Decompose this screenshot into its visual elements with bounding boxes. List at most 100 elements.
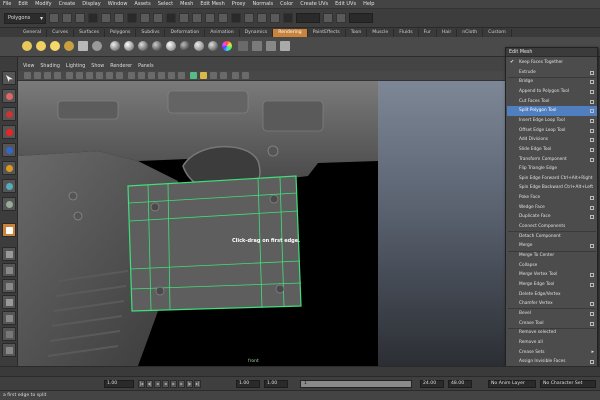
paint-select-tool-icon[interactable] (2, 107, 16, 121)
menu-item[interactable]: Edit (18, 1, 28, 7)
edit-mesh-menu-item[interactable]: Merge Vertex Tool (507, 270, 597, 279)
edge-mask-icon[interactable] (140, 13, 150, 23)
smooth-shade-icon[interactable] (138, 72, 145, 79)
menu-set-dropdown[interactable]: Polygons (4, 12, 46, 24)
edit-mesh-menu-item[interactable]: Detach Component (507, 232, 597, 241)
save-scene-icon[interactable] (75, 13, 85, 23)
menu-item[interactable]: Create UVs (300, 1, 328, 7)
shader-blinn-icon[interactable] (124, 41, 134, 51)
edit-mesh-menu-item[interactable]: Offset Edge Loop Tool (507, 126, 597, 135)
shelf-tab[interactable]: PaintEffects (308, 29, 346, 37)
menu-item[interactable]: Create (59, 1, 76, 7)
option-box-icon[interactable] (590, 99, 594, 104)
vertex-mask-icon[interactable] (127, 13, 137, 23)
shader-lambert-icon[interactable] (110, 41, 120, 51)
panel-menu-item[interactable]: View (23, 64, 34, 69)
split-polygon-tool-icon[interactable] (2, 223, 16, 237)
area-light-icon[interactable] (78, 41, 88, 51)
menu-item[interactable]: Assets (134, 1, 150, 7)
shader-surface-icon[interactable] (194, 41, 204, 51)
gate-mask-icon[interactable] (96, 72, 103, 79)
rotate-tool-icon[interactable] (2, 143, 16, 157)
layout-single-icon[interactable] (2, 247, 16, 261)
edit-mesh-menu-item[interactable]: Spin Edge Backward Ctrl+Alt+Left (507, 183, 597, 192)
shelf-tab[interactable]: Animation (205, 29, 240, 37)
edit-mesh-menu-item[interactable]: Delete Edge/Vertex (507, 290, 597, 299)
shelf-tab[interactable]: Custom (483, 29, 512, 37)
snap-curve-icon[interactable] (192, 13, 202, 23)
select-object-icon[interactable] (101, 13, 111, 23)
layout-outliner-icon[interactable] (2, 311, 16, 325)
film-gate-icon[interactable] (76, 72, 83, 79)
option-box-icon[interactable] (590, 118, 594, 123)
edit-mesh-menu-item[interactable]: Cut Faces Tool (507, 97, 597, 106)
edit-mesh-menu-item[interactable]: Spin Edge Forward Ctrl+Alt+Right (507, 174, 597, 183)
edit-mesh-menu-item[interactable]: Split Polygon Tool (507, 106, 597, 116)
go-to-end-button[interactable]: ▸| (194, 380, 201, 388)
edit-mesh-menu-item[interactable]: Merge Edge Tool (507, 280, 597, 289)
hypershade-icon[interactable] (252, 41, 262, 51)
option-box-icon[interactable] (590, 157, 594, 162)
resolution-gate-icon[interactable] (86, 72, 93, 79)
shader-phonge-icon[interactable] (152, 41, 162, 51)
option-box-icon[interactable] (590, 89, 594, 94)
option-box-icon[interactable] (590, 282, 594, 287)
playback-start-field[interactable]: 1.00 (236, 380, 260, 388)
edit-mesh-menu-item[interactable]: Transform Component (507, 155, 597, 164)
batch-render-icon[interactable] (280, 41, 290, 51)
shelf-tab[interactable]: Deformation (165, 29, 206, 37)
edit-mesh-menu-item[interactable]: Append to Polygon Tool (507, 87, 597, 96)
layout-render-icon[interactable] (2, 343, 16, 357)
isolate-select-icon[interactable] (232, 72, 239, 79)
edit-mesh-menu-item[interactable]: Poke Face (507, 193, 597, 202)
step-back-key-button[interactable]: ◂| (146, 380, 153, 388)
edit-mesh-menu-item[interactable]: Duplicate Face (507, 212, 597, 221)
go-to-start-button[interactable]: |◂ (138, 380, 145, 388)
shader-layered-icon[interactable] (208, 41, 218, 51)
panel-menu-item[interactable]: Show (91, 64, 104, 69)
xray-active-icon[interactable] (242, 72, 249, 79)
shelf-tab[interactable]: Surfaces (74, 29, 105, 37)
quick-select-field[interactable] (349, 13, 373, 23)
camera-icon[interactable] (92, 41, 102, 51)
point-light-icon[interactable] (50, 41, 60, 51)
option-box-icon[interactable] (590, 109, 594, 114)
edit-mesh-menu-item[interactable]: Insert Edge Loop Tool (507, 116, 597, 125)
field-chart-icon[interactable] (106, 72, 113, 79)
history-icon[interactable] (231, 13, 241, 23)
shelf-tab[interactable]: Polygons (105, 29, 137, 37)
option-box-icon[interactable] (590, 205, 594, 210)
shelf-tab[interactable]: General (18, 29, 48, 37)
shelf-tab[interactable]: Hair (437, 29, 458, 37)
play-forwards-button[interactable]: ▸ (170, 380, 177, 388)
xray-icon[interactable] (168, 72, 175, 79)
shelf-tab[interactable]: Dynamics (240, 29, 274, 37)
shelf-tab[interactable]: Muscle (367, 29, 395, 37)
playback-end-field[interactable]: 24.00 (420, 380, 444, 388)
render-view-icon[interactable] (238, 41, 248, 51)
textured-icon[interactable] (190, 72, 197, 79)
menu-item[interactable]: Color (280, 1, 293, 7)
step-back-frame-button[interactable]: ◂ (154, 380, 161, 388)
menu-item[interactable]: Normals (252, 1, 273, 7)
shelf-tab[interactable]: Toon (346, 29, 368, 37)
option-box-icon[interactable] (590, 147, 594, 152)
animation-start-field[interactable]: 1.00 (264, 380, 288, 388)
shelf-tab[interactable]: Rendering (273, 29, 308, 37)
input-mode-icon[interactable] (283, 13, 293, 23)
option-box-icon[interactable] (590, 215, 594, 220)
grid-icon[interactable] (66, 72, 73, 79)
option-box-icon[interactable] (590, 196, 594, 201)
bookmarks-icon[interactable] (44, 72, 51, 79)
shader-phong-icon[interactable] (138, 41, 148, 51)
menu-item[interactable]: Modify (35, 1, 52, 7)
menu-item[interactable]: Select (158, 1, 173, 7)
shelf-tab[interactable]: Fluids (394, 29, 419, 37)
lasso-tool-icon[interactable] (2, 89, 16, 103)
xray-joints-icon[interactable] (178, 72, 185, 79)
new-scene-icon[interactable] (49, 13, 59, 23)
last-tool-icon[interactable] (2, 197, 16, 211)
light-icon[interactable] (22, 41, 32, 51)
layout-persp-graph-icon[interactable] (2, 295, 16, 309)
menu-item[interactable]: Proxy (232, 1, 246, 7)
